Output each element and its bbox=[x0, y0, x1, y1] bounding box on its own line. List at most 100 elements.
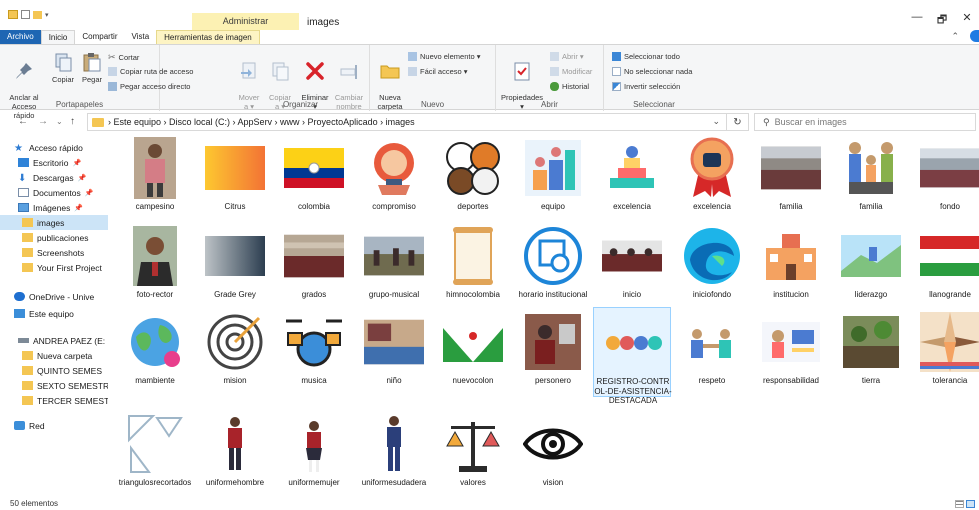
file-item[interactable]: liderazgo bbox=[832, 221, 910, 311]
file-name: personero bbox=[534, 376, 572, 385]
sidebar-item-descargas[interactable]: ⬇ Descargas 📌 bbox=[0, 170, 108, 185]
file-item[interactable]: llanogrande bbox=[911, 221, 979, 311]
file-item[interactable]: tolerancia bbox=[911, 307, 979, 397]
maximize-button[interactable]: 🗗 bbox=[930, 11, 954, 27]
file-item[interactable]: vision bbox=[514, 409, 592, 499]
file-item[interactable]: Grade Grey bbox=[196, 221, 274, 311]
file-name: niño bbox=[386, 376, 402, 385]
edit-button[interactable]: Modificar bbox=[550, 67, 592, 76]
details-view-icon[interactable] bbox=[955, 500, 964, 508]
copy-path-button[interactable]: Copiar ruta de acceso bbox=[108, 67, 193, 76]
sidebar-item-images[interactable]: images bbox=[0, 215, 108, 230]
sidebar-item-your-first-project[interactable]: Your First Project bbox=[0, 260, 108, 275]
address-bar[interactable]: › Este equipo › Disco local (C:) › AppSe… bbox=[87, 113, 727, 131]
sidebar-item-imágenes[interactable]: Imágenes 📌 bbox=[0, 200, 108, 215]
sidebar-item-este-equipo[interactable]: Este equipo bbox=[0, 306, 108, 321]
sidebar-item-label: images bbox=[37, 217, 65, 228]
sidebar-item-escritorio[interactable]: Escritorio 📌 bbox=[0, 155, 108, 170]
address-history-dropdown[interactable]: ⌄ bbox=[712, 116, 720, 127]
sidebar-item-andrea-paez-e[interactable]: ANDREA PAEZ (E: bbox=[0, 333, 108, 348]
file-item[interactable]: campesino bbox=[116, 133, 194, 223]
file-item[interactable]: nuevocolon bbox=[434, 307, 512, 397]
file-item[interactable]: Citrus bbox=[196, 133, 274, 223]
file-item[interactable]: deportes bbox=[434, 133, 512, 223]
file-item[interactable]: equipo bbox=[514, 133, 592, 223]
easy-access-button[interactable]: Fácil acceso ▾ bbox=[408, 67, 468, 76]
help-icon[interactable] bbox=[970, 30, 979, 42]
select-none-button[interactable]: No seleccionar nada bbox=[612, 67, 692, 76]
paste-button[interactable]: Pegar bbox=[78, 51, 106, 84]
tab-herramientas-de-imagen[interactable]: Herramientas de imagen bbox=[156, 30, 260, 44]
file-item[interactable]: himnocolombia bbox=[434, 221, 512, 311]
recent-locations-button[interactable]: ⌄ bbox=[56, 117, 63, 126]
back-button[interactable]: ← bbox=[18, 116, 28, 127]
tab-inicio[interactable]: Inicio bbox=[40, 30, 76, 44]
file-item[interactable]: REGISTRO-CONTROL-DE-ASISTENCIA-DESTACADA bbox=[593, 307, 672, 405]
file-item[interactable]: uniformemujer bbox=[275, 409, 353, 499]
new-folder-quick-icon[interactable] bbox=[33, 10, 42, 19]
history-button[interactable]: Historial bbox=[550, 82, 589, 91]
sidebar-item-sexto-semestr[interactable]: SEXTO SEMESTR bbox=[0, 378, 108, 393]
sidebar-item-acceso-rápido[interactable]: ★ Acceso rápido bbox=[0, 140, 108, 155]
select-all-button[interactable]: Seleccionar todo bbox=[612, 52, 680, 61]
file-item[interactable]: fondo bbox=[911, 133, 979, 223]
file-item[interactable]: horario institucional bbox=[514, 221, 592, 311]
file-item[interactable]: tierra bbox=[832, 307, 910, 397]
file-item[interactable]: niño bbox=[355, 307, 433, 397]
file-item[interactable]: institucion bbox=[752, 221, 830, 311]
close-button[interactable]: ✕ bbox=[955, 11, 979, 27]
up-button[interactable]: ↑ bbox=[70, 116, 75, 127]
file-item[interactable]: familia bbox=[752, 133, 830, 223]
sidebar-item-publicaciones[interactable]: publicaciones bbox=[0, 230, 108, 245]
tab-vista[interactable]: Vista bbox=[125, 30, 157, 44]
ribbon-collapse-icon[interactable]: ⌃ bbox=[951, 31, 959, 42]
minimize-button[interactable]: — bbox=[905, 11, 929, 27]
file-item[interactable]: uniformesudadera bbox=[355, 409, 433, 499]
customize-quick-access-icon[interactable]: ▾ bbox=[45, 11, 49, 19]
open-button[interactable]: Abrir ▾ bbox=[550, 52, 584, 61]
forward-button[interactable]: → bbox=[38, 116, 48, 127]
cut-button[interactable]: ✂ Cortar bbox=[108, 52, 139, 63]
download-icon: ⬇ bbox=[18, 173, 27, 184]
invert-selection-button[interactable]: Invertir selección bbox=[612, 82, 680, 91]
file-item[interactable]: grados bbox=[275, 221, 353, 311]
file-item[interactable]: compromiso bbox=[355, 133, 433, 223]
file-item[interactable]: mision bbox=[196, 307, 274, 397]
file-item[interactable]: excelencia bbox=[593, 133, 671, 223]
sidebar-item-tercer-semest[interactable]: TERCER SEMEST bbox=[0, 393, 108, 408]
file-item[interactable]: iniciofondo bbox=[673, 221, 751, 311]
copy-button[interactable]: Copiar bbox=[48, 51, 78, 84]
file-item[interactable]: valores bbox=[434, 409, 512, 499]
file-name: Grade Grey bbox=[214, 290, 256, 299]
file-item[interactable]: foto-rector bbox=[116, 221, 194, 311]
sidebar-item-onedrive-unive[interactable]: OneDrive - Unive bbox=[0, 289, 108, 304]
properties-quick-icon[interactable] bbox=[21, 10, 30, 19]
file-item[interactable]: grupo-musical bbox=[355, 221, 433, 311]
file-item[interactable]: colombia bbox=[275, 133, 353, 223]
sidebar-item-red[interactable]: Red bbox=[0, 418, 108, 433]
sidebar-item-screenshots[interactable]: Screenshots bbox=[0, 245, 108, 260]
file-item[interactable]: responsabilidad bbox=[752, 307, 830, 397]
file-item[interactable]: triangulosrecortados bbox=[116, 409, 194, 499]
file-item[interactable]: mambiente bbox=[116, 307, 194, 397]
file-item[interactable]: personero bbox=[514, 307, 592, 397]
photo-garden-icon bbox=[841, 311, 901, 373]
file-item[interactable]: musica bbox=[275, 307, 353, 397]
file-item[interactable]: inicio bbox=[593, 221, 671, 311]
file-item[interactable]: excelencia bbox=[673, 133, 751, 223]
large-icons-view-icon[interactable] bbox=[966, 500, 975, 508]
refresh-button[interactable]: ↻ bbox=[727, 113, 749, 131]
sidebar-item-documentos[interactable]: Documentos 📌 bbox=[0, 185, 108, 200]
sidebar-item-quinto-semes[interactable]: QUINTO SEMES bbox=[0, 363, 108, 378]
sidebar-item-nueva-carpeta[interactable]: Nueva carpeta bbox=[0, 348, 108, 363]
new-item-button[interactable]: Nuevo elemento ▾ bbox=[408, 52, 480, 61]
tab-compartir[interactable]: Compartir bbox=[75, 30, 124, 44]
paste-shortcut-button[interactable]: Pegar acceso directo bbox=[108, 82, 190, 91]
breadcrumb[interactable]: › Este equipo › Disco local (C:) › AppSe… bbox=[108, 117, 415, 127]
tab-archivo[interactable]: Archivo bbox=[0, 30, 41, 44]
file-item[interactable]: familia bbox=[832, 133, 910, 223]
search-input[interactable]: ⚲ Buscar en images bbox=[754, 113, 976, 131]
file-item[interactable]: uniformehombre bbox=[196, 409, 274, 499]
file-item[interactable]: respeto bbox=[673, 307, 751, 397]
pin-quick-access-button[interactable]: Anclar al Acceso rápido bbox=[2, 51, 46, 120]
